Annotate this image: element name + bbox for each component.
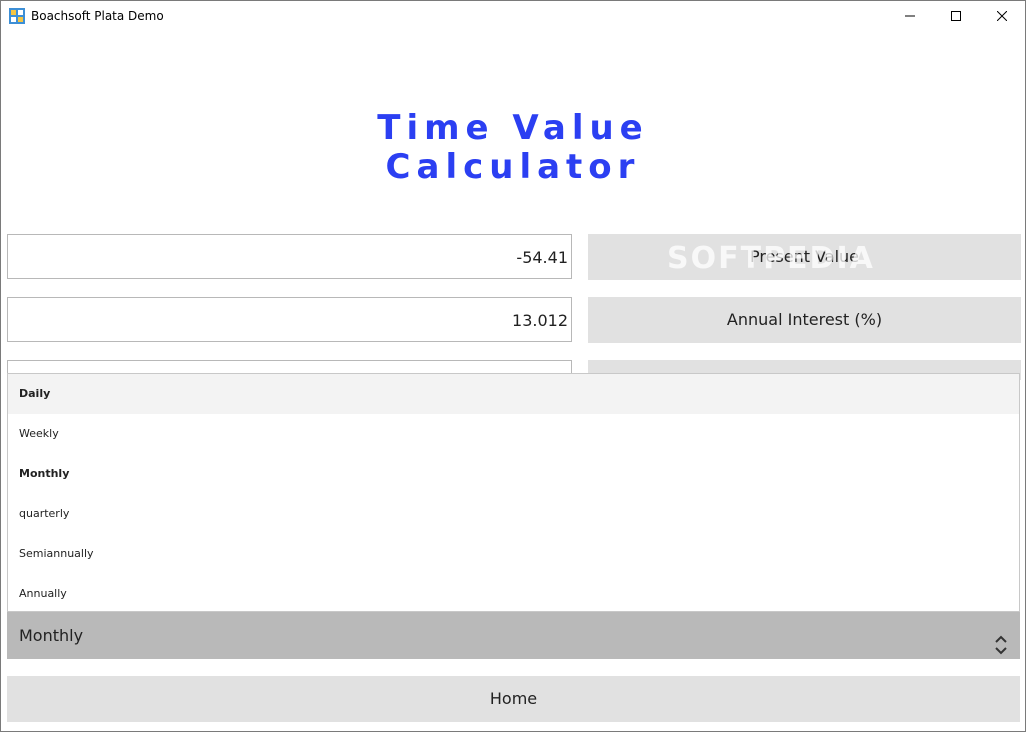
compounding-dropdown-list[interactable]: Daily Weekly Monthly quarterly Semiannua… bbox=[7, 373, 1020, 612]
option-weekly[interactable]: Weekly bbox=[8, 414, 1019, 454]
minimize-icon bbox=[905, 15, 915, 17]
page-title: Time Value Calculator bbox=[1, 109, 1025, 187]
page-title-line-2: Calculator bbox=[385, 147, 641, 187]
home-button[interactable]: Home bbox=[7, 676, 1020, 722]
option-monthly[interactable]: Monthly bbox=[8, 454, 1019, 494]
combo-updown-icon bbox=[994, 626, 1008, 673]
maximize-button[interactable] bbox=[933, 1, 979, 31]
option-quarterly[interactable]: quarterly bbox=[8, 494, 1019, 534]
option-daily[interactable]: Daily bbox=[8, 374, 1019, 414]
annual-interest-input[interactable]: 13.012 bbox=[7, 297, 572, 342]
present-value-input[interactable]: -54.41 bbox=[7, 234, 572, 279]
watermark: SOFTPEDIA bbox=[667, 241, 875, 276]
close-icon bbox=[997, 11, 1007, 21]
compounding-selected-value: Monthly bbox=[19, 626, 84, 645]
maximize-icon bbox=[951, 11, 961, 21]
annual-interest-button[interactable]: Annual Interest (%) bbox=[588, 297, 1021, 343]
option-annually[interactable]: Annually bbox=[8, 574, 1019, 611]
title-bar[interactable]: Boachsoft Plata Demo bbox=[1, 1, 1025, 31]
option-semiannually[interactable]: Semiannually bbox=[8, 534, 1019, 574]
app-window: Boachsoft Plata Demo Time Value Calculat… bbox=[0, 0, 1026, 732]
minimize-button[interactable] bbox=[887, 1, 933, 31]
compounding-select[interactable]: Monthly bbox=[7, 612, 1020, 659]
app-icon bbox=[9, 8, 25, 24]
page-title-line-1: Time Value bbox=[377, 108, 649, 148]
window-title: Boachsoft Plata Demo bbox=[31, 9, 164, 23]
close-button[interactable] bbox=[979, 1, 1025, 31]
